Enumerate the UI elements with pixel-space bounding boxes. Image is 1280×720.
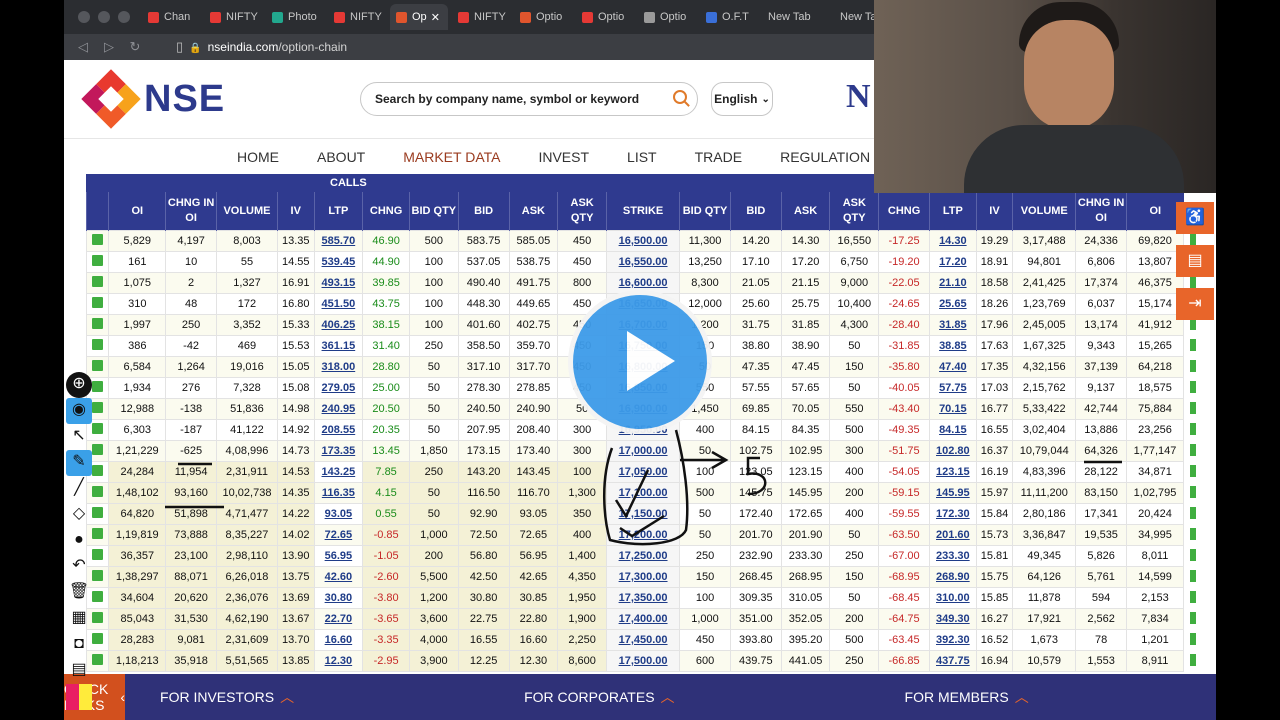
webcam-person-body	[964, 125, 1184, 193]
video-play-button[interactable]	[568, 290, 712, 434]
webcam-overlay	[874, 0, 1216, 193]
webcam-person-face	[1024, 20, 1114, 130]
